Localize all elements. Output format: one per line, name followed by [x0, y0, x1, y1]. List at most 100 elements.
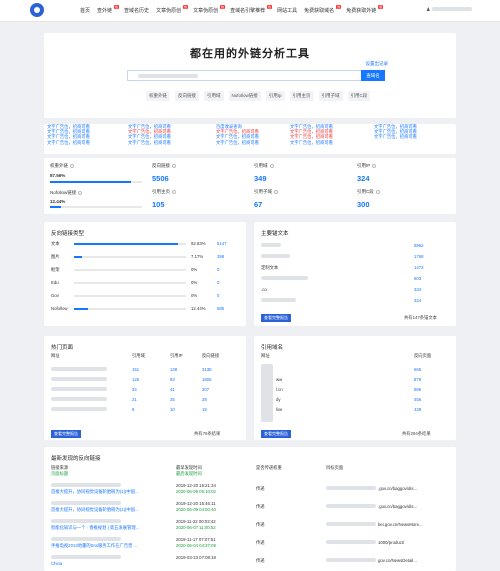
hot-page-value[interactable]: 125	[132, 377, 139, 382]
ad-link[interactable]: 文字广告位，招商可看	[290, 134, 333, 139]
recent-page-title[interactable]: China	[51, 561, 146, 566]
recent-target[interactable]: .gov.cn/baggov/dis...	[326, 504, 417, 509]
ref-domain-count[interactable]: 456	[414, 397, 421, 402]
hot-page-url-blurred[interactable]	[51, 367, 107, 371]
info-icon[interactable]	[78, 190, 83, 195]
ad-link[interactable]: 文字广告位，招商可看	[216, 140, 259, 145]
anchor-count[interactable]: 603	[414, 276, 421, 281]
hot-page-url-blurred[interactable]	[51, 377, 107, 381]
ref-domain-site[interactable]: dy	[276, 397, 281, 402]
hot-page-url-blurred[interactable]	[51, 397, 107, 401]
hot-page-value[interactable]: 25	[170, 397, 175, 402]
search-button[interactable]: 查域名	[361, 70, 385, 81]
ad-link[interactable]: 文字广告位，招商可看	[47, 140, 90, 145]
site-logo-icon[interactable]	[30, 3, 44, 17]
recent-page-title[interactable]: 手推电视2013地量的Sns服务工作在广告营 ...	[51, 543, 146, 549]
nav-item[interactable]: 免费获取域名热	[304, 5, 342, 14]
recent-target-text[interactable]: bei.gov.cn/NewsMore...	[378, 522, 423, 527]
ref-domain-site[interactable]: l.cn	[276, 387, 283, 392]
link-type-count[interactable]: 0	[217, 280, 219, 285]
recent-target-text[interactable]: 1000/product/	[378, 540, 404, 545]
hot-page-value[interactable]: 83	[170, 377, 175, 382]
hot-page-value[interactable]: 21	[132, 397, 137, 402]
link-type-count[interactable]: 0	[217, 267, 219, 272]
ref-domain-count[interactable]: 665	[414, 367, 421, 372]
recent-source-url-blurred[interactable]	[51, 555, 121, 559]
ad-link[interactable]: 文字广告位，招商可看	[290, 140, 333, 145]
recent-source-url-blurred[interactable]	[51, 483, 121, 487]
info-icon[interactable]	[70, 163, 74, 168]
hot-page-value[interactable]: 3138	[202, 367, 212, 372]
info-icon[interactable]	[375, 189, 380, 194]
anchor-count[interactable]: 1768	[414, 254, 424, 259]
link-type-count[interactable]: 5147	[217, 241, 227, 246]
quick-filter-chip[interactable]: 引用子域	[318, 91, 343, 101]
nav-item[interactable]: 首页	[80, 7, 90, 14]
ref-domain-site[interactable]: live	[276, 407, 282, 412]
recent-source-url-blurred[interactable]	[51, 501, 121, 505]
ref-domain-count[interactable]: 586	[414, 387, 421, 392]
recent-source-url-blurred[interactable]	[51, 519, 121, 523]
domain-search-input[interactable]	[127, 70, 361, 81]
anchor-count[interactable]: 324	[414, 298, 421, 303]
info-icon[interactable]	[172, 189, 176, 194]
quick-filter-chip[interactable]: 反向链接	[175, 91, 199, 101]
recent-target-text[interactable]: gov.cn/NewsDetail...	[378, 558, 417, 563]
link-type-count[interactable]: 685	[217, 306, 224, 311]
recent-target[interactable]: .gov.cn/baggov/dis...	[326, 486, 417, 491]
nav-item[interactable]: 查外链热	[97, 5, 120, 14]
nav-item[interactable]: 免费获取外链新	[346, 5, 384, 14]
anchor-count[interactable]: 5962	[414, 243, 424, 248]
nav-item[interactable]: 查域名引擎推荐热	[230, 5, 273, 14]
quick-filter-chip[interactable]: 引用Ip	[265, 91, 285, 101]
hot-page-url-blurred[interactable]	[51, 387, 107, 391]
info-icon[interactable]	[274, 189, 278, 194]
recent-page-title[interactable]: 首推大提升，协同视觉设备轮胎碗为(1)(中国...	[51, 489, 146, 495]
anchor-count[interactable]: 334	[414, 287, 421, 292]
hot-pages-report-button[interactable]: 查看完整报告	[51, 430, 81, 438]
info-icon[interactable]	[372, 163, 377, 168]
ref-domain-count[interactable]: 878	[414, 377, 421, 382]
settings-link[interactable]: 设置出记录	[366, 61, 389, 67]
info-icon[interactable]	[269, 163, 274, 168]
hot-page-value[interactable]: 138	[170, 367, 177, 372]
recent-target[interactable]: bei.gov.cn/NewsMore...	[326, 522, 423, 527]
recent-target[interactable]: gov.cn/NewsDetail...	[326, 558, 417, 563]
hot-page-value[interactable]: 10	[170, 407, 175, 412]
recent-target-text[interactable]: .gov.cn/baggov/dis...	[378, 486, 417, 491]
recent-target[interactable]: 1000/product/	[326, 540, 404, 545]
link-type-count[interactable]: 398	[217, 254, 224, 259]
quick-filter-chip[interactable]: Nofollow链接	[228, 91, 261, 101]
ref-domain-count[interactable]: 438	[414, 407, 421, 412]
link-type-count[interactable]: 0	[217, 293, 219, 298]
nav-item[interactable]: 网站工具	[277, 7, 297, 14]
quick-filter-chip[interactable]: 权重外链	[146, 91, 170, 101]
ad-link[interactable]: 文字广告位，招商可看	[374, 134, 417, 139]
anchor-count[interactable]: 1473	[414, 265, 424, 270]
hot-page-value[interactable]: 28	[202, 397, 207, 402]
ref-domain-site[interactable]: ww	[276, 377, 282, 382]
recent-source-url-blurred[interactable]	[51, 537, 121, 541]
ad-link[interactable]: 文字广告位，招商可看	[128, 140, 171, 145]
ad-link[interactable]: 文字广告位，招商可看	[47, 134, 90, 139]
hot-page-value[interactable]: 41	[170, 387, 175, 392]
hot-page-value[interactable]: 9	[132, 407, 134, 412]
quick-filter-chip[interactable]: 引用主页	[289, 91, 314, 101]
ad-link[interactable]: 文字广告位，招商可看	[216, 134, 259, 139]
recent-page-title[interactable]: 首推大提升，协同视觉设备轮胎碗为(1)(中国...	[51, 507, 146, 513]
recent-target-text[interactable]: .gov.cn/baggov/dis...	[378, 504, 417, 509]
info-icon[interactable]	[172, 163, 176, 168]
quick-filter-chip[interactable]: 引用域	[204, 91, 224, 101]
nav-item[interactable]: 文章伪原创热	[193, 5, 226, 14]
hot-page-value[interactable]: 1805	[202, 377, 212, 382]
ref-domains-report-button[interactable]: 查看完整报告	[261, 430, 291, 438]
hot-page-value[interactable]: 151	[132, 367, 139, 372]
quick-filter-chip[interactable]: 引用C段	[347, 91, 371, 101]
hot-page-value[interactable]: 207	[202, 387, 209, 392]
hot-page-value[interactable]: 19	[202, 407, 207, 412]
nav-item[interactable]: 查域名历史	[124, 7, 149, 14]
hot-page-url-blurred[interactable]	[51, 407, 107, 411]
recent-page-title[interactable]: 智能化知识与一个 · 香推规划 | 第五发展管理...	[51, 525, 146, 531]
hot-page-value[interactable]: 34	[132, 387, 137, 392]
nav-item[interactable]: 文章伪原创热	[156, 5, 189, 14]
